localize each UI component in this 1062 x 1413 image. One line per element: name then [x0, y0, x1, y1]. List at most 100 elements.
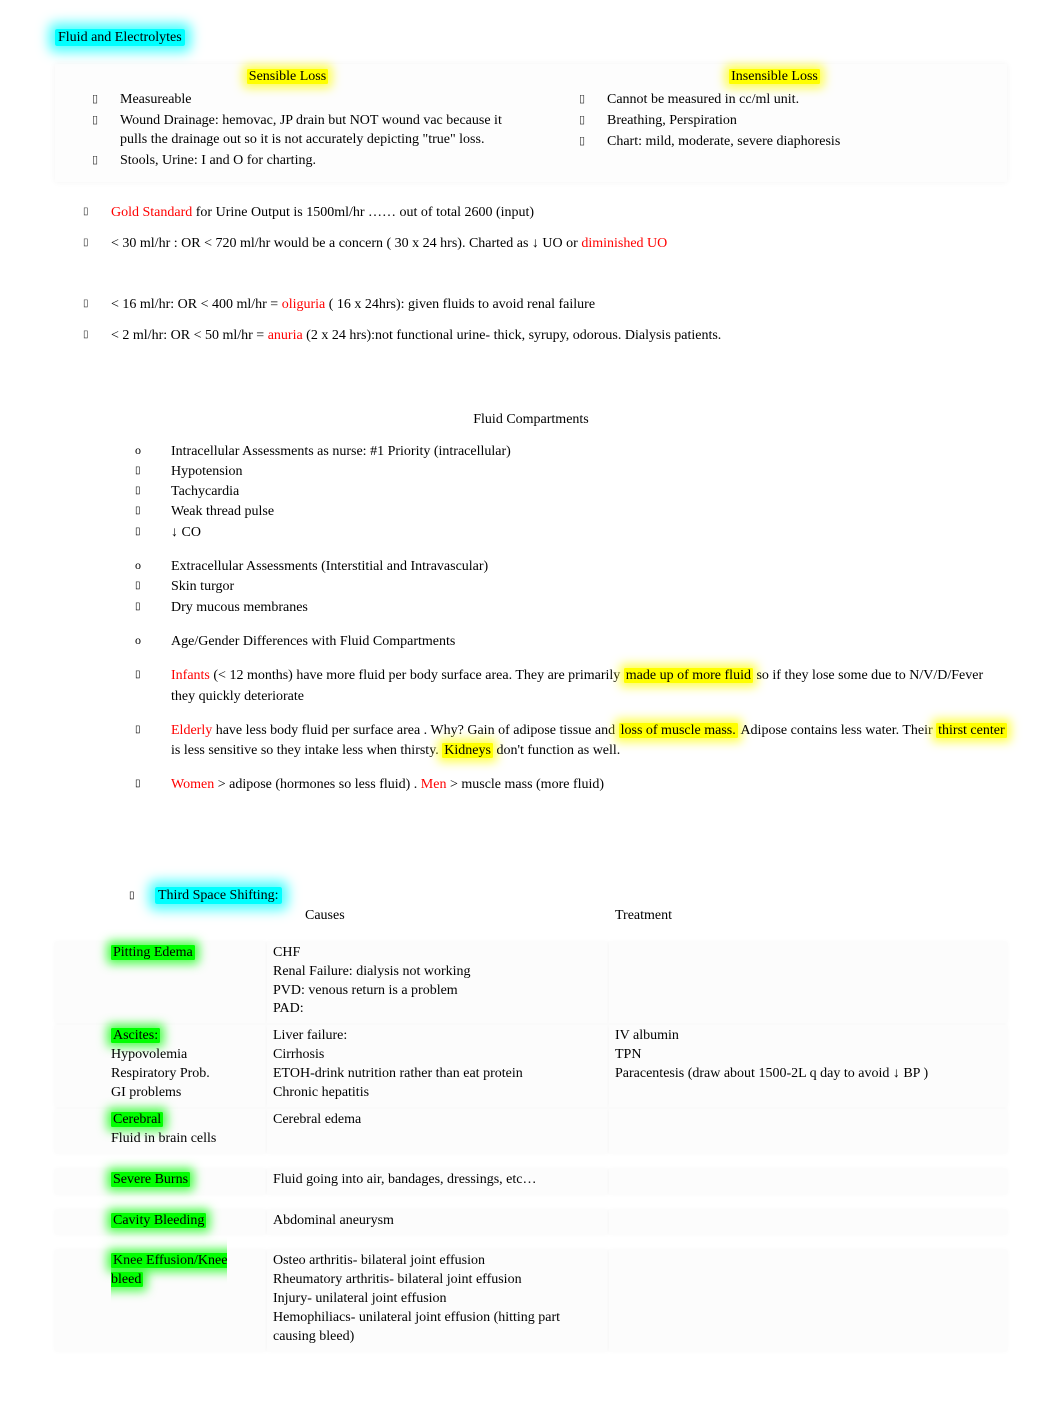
- condition-name: Knee Effusion/Knee bleed: [111, 1253, 227, 1287]
- list-item: Stools, Urine: I and O for charting.: [92, 152, 511, 171]
- table-row: Cerebral Fluid in brain cells Cerebral ede…: [55, 1109, 1007, 1153]
- condition-name: Ascites:: [111, 1028, 160, 1043]
- elderly-item: Elderly have less body fluid per surface…: [135, 721, 1007, 762]
- condition-sub: Fluid in brain cells: [111, 1131, 216, 1146]
- list-item: Skin turgor: [135, 577, 1007, 597]
- urine-30ml-b: diminished UO: [581, 236, 667, 251]
- elderly-hl2: thirst center: [936, 723, 1006, 738]
- list-item: Measureable: [92, 91, 511, 110]
- third-space-heading-text: Third Space Shifting:: [155, 887, 282, 904]
- insensible-heading: Insensible Loss: [551, 69, 998, 85]
- third-space-table: Pitting Edema CHFRenal Failure: dialysis …: [55, 940, 1007, 1353]
- causes-treatment-header: Causes Treatment: [155, 908, 1007, 924]
- condition-cell: Pitting Edema: [55, 942, 267, 1024]
- third-space-heading: Third Space Shifting:: [129, 888, 1007, 904]
- elderly-a: have less body fluid per surface area . …: [212, 723, 618, 738]
- cause-line: Rheumatory arthritis- bilateral joint ef…: [273, 1272, 522, 1287]
- treatment-cell: [609, 1250, 1007, 1350]
- table-row: Ascites:HypovolemiaRespiratory Prob.GI p…: [55, 1025, 1007, 1107]
- list-item: Breathing, Perspiration: [579, 112, 998, 131]
- elderly-hl1: loss of muscle mass.: [619, 723, 738, 738]
- list-item: Wound Drainage: hemovac, JP drain but NO…: [92, 112, 511, 150]
- intracellular-section: Intracellular Assessments as nurse: #1 P…: [135, 442, 1007, 543]
- treatment-cell: [609, 1169, 1007, 1194]
- treatment-line: TPN: [615, 1047, 641, 1062]
- cause-line: PAD:: [273, 1001, 304, 1016]
- elderly-hl3: Kidneys: [442, 743, 493, 758]
- condition-name: Pitting Edema: [111, 945, 195, 960]
- men-label: Men: [421, 777, 447, 792]
- sensible-heading-text: Sensible Loss: [247, 69, 328, 84]
- age-gender-heading: Age/Gender Differences with Fluid Compar…: [135, 632, 1007, 652]
- urine-gold-standard: Gold Standard for Urine Output is 1500ml…: [83, 202, 1007, 223]
- infants-hl: made up of more fluid: [624, 668, 753, 683]
- urine-oliguria: < 16 ml/hr: OR < 400 ml/hr = oliguria ( …: [83, 294, 1007, 315]
- causes-cell: Fluid going into air, bandages, dressing…: [267, 1169, 609, 1194]
- table-row: Severe Burns Fluid going into air, bandag…: [55, 1169, 1007, 1194]
- list-item: ↓ CO: [135, 523, 1007, 543]
- cause-line: ETOH-drink nutrition rather than eat pro…: [273, 1066, 523, 1081]
- infants-a: (< 12 months) have more fluid per body s…: [210, 668, 624, 683]
- men-a: > muscle mass (more fluid): [446, 777, 604, 792]
- cause-line: PVD: venous return is a problem: [273, 983, 458, 998]
- condition-sub: GI problems: [111, 1085, 181, 1100]
- list-item: Chart: mild, moderate, severe diaphoresi…: [579, 133, 998, 152]
- insensible-column: Insensible Loss Cannot be measured in cc…: [551, 69, 998, 173]
- urine-oliguria-term: oliguria: [282, 297, 326, 312]
- extracellular-section: Extracellular Assessments (Interstitial …: [135, 557, 1007, 618]
- treatment-cell: [609, 1210, 1007, 1235]
- women-label: Women: [171, 777, 214, 792]
- elderly-d: don't function as well.: [493, 743, 620, 758]
- cause-line: Cirrhosis: [273, 1047, 324, 1062]
- condition-name: Cavity Bleeding: [111, 1213, 206, 1228]
- women-men-item: Women > adipose (hormones so less fluid)…: [135, 775, 1007, 795]
- condition-sub: Respiratory Prob.: [111, 1066, 210, 1081]
- treatment-header: Treatment: [615, 908, 1007, 924]
- insensible-heading-text: Insensible Loss: [729, 69, 820, 84]
- urine-oliguria-a: < 16 ml/hr: OR < 400 ml/hr =: [111, 297, 282, 312]
- cause-line: Fluid going into air, bandages, dressing…: [273, 1172, 536, 1187]
- title-text: Fluid and Electrolytes: [55, 29, 185, 46]
- extracellular-heading: Extracellular Assessments (Interstitial …: [135, 557, 1007, 577]
- cause-line: Osteo arthritis- bilateral joint effusio…: [273, 1253, 485, 1268]
- treatment-cell: [609, 1109, 1007, 1153]
- urine-anuria-term: anuria: [268, 328, 303, 343]
- women-a: > adipose (hormones so less fluid) .: [214, 777, 421, 792]
- elderly-c: is less sensitive so they intake less wh…: [171, 743, 442, 758]
- table-row: Knee Effusion/Knee bleed Osteo arthritis-…: [55, 1250, 1007, 1350]
- age-gender-details: Infants (< 12 months) have more fluid pe…: [135, 666, 1007, 707]
- causes-cell: Cerebral edema: [267, 1109, 609, 1153]
- infants-item: Infants (< 12 months) have more fluid pe…: [135, 666, 1007, 707]
- condition-cell: Ascites:HypovolemiaRespiratory Prob.GI p…: [55, 1025, 267, 1107]
- document-page: Fluid and Electrolytes Sensible Loss Mea…: [0, 0, 1062, 1413]
- causes-cell: Osteo arthritis- bilateral joint effusio…: [267, 1250, 609, 1350]
- elderly-label: Elderly: [171, 723, 212, 738]
- cause-line: Hemophiliacs- unilateral joint effusion …: [273, 1310, 560, 1344]
- causes-cell: Liver failure: Cirrhosis ETOH-drink nutrit…: [267, 1025, 609, 1107]
- elderly-b: Adipose contains less water. Their: [738, 723, 936, 738]
- loss-columns: Sensible Loss Measureable Wound Drainage…: [55, 64, 1007, 182]
- gold-standard-label: Gold Standard: [111, 205, 192, 220]
- list-item: Weak thread pulse: [135, 502, 1007, 522]
- cause-line: Cerebral edema: [273, 1112, 361, 1127]
- urine-30ml-a: < 30 ml/hr : OR < 720 ml/hr would be a c…: [111, 236, 581, 251]
- condition-name: Severe Burns: [111, 1172, 190, 1187]
- condition-cell: Knee Effusion/Knee bleed: [55, 1250, 267, 1350]
- urine-30ml: < 30 ml/hr : OR < 720 ml/hr would be a c…: [83, 233, 1007, 254]
- gold-standard-rest: for Urine Output is 1500ml/hr …… out of …: [196, 205, 534, 220]
- causes-cell: CHFRenal Failure: dialysis not workingPV…: [267, 942, 609, 1024]
- condition-cell: Severe Burns: [55, 1169, 267, 1194]
- cause-line: Injury- unilateral joint effusion: [273, 1291, 447, 1306]
- age-gender-section: Age/Gender Differences with Fluid Compar…: [135, 632, 1007, 652]
- insensible-list: Cannot be measured in cc/ml unit. Breath…: [551, 91, 998, 152]
- list-item: Hypotension: [135, 462, 1007, 482]
- condition-name: Cerebral: [111, 1112, 163, 1127]
- page-title: Fluid and Electrolytes: [55, 30, 1007, 46]
- cause-line: Liver failure:: [273, 1028, 347, 1043]
- sensible-heading: Sensible Loss: [64, 69, 511, 85]
- treatment-line: IV albumin: [615, 1028, 679, 1043]
- causes-header: Causes: [305, 908, 615, 924]
- sensible-list: Measureable Wound Drainage: hemovac, JP …: [64, 91, 511, 171]
- cause-line: CHF: [273, 945, 300, 960]
- treatment-cell: [609, 942, 1007, 1024]
